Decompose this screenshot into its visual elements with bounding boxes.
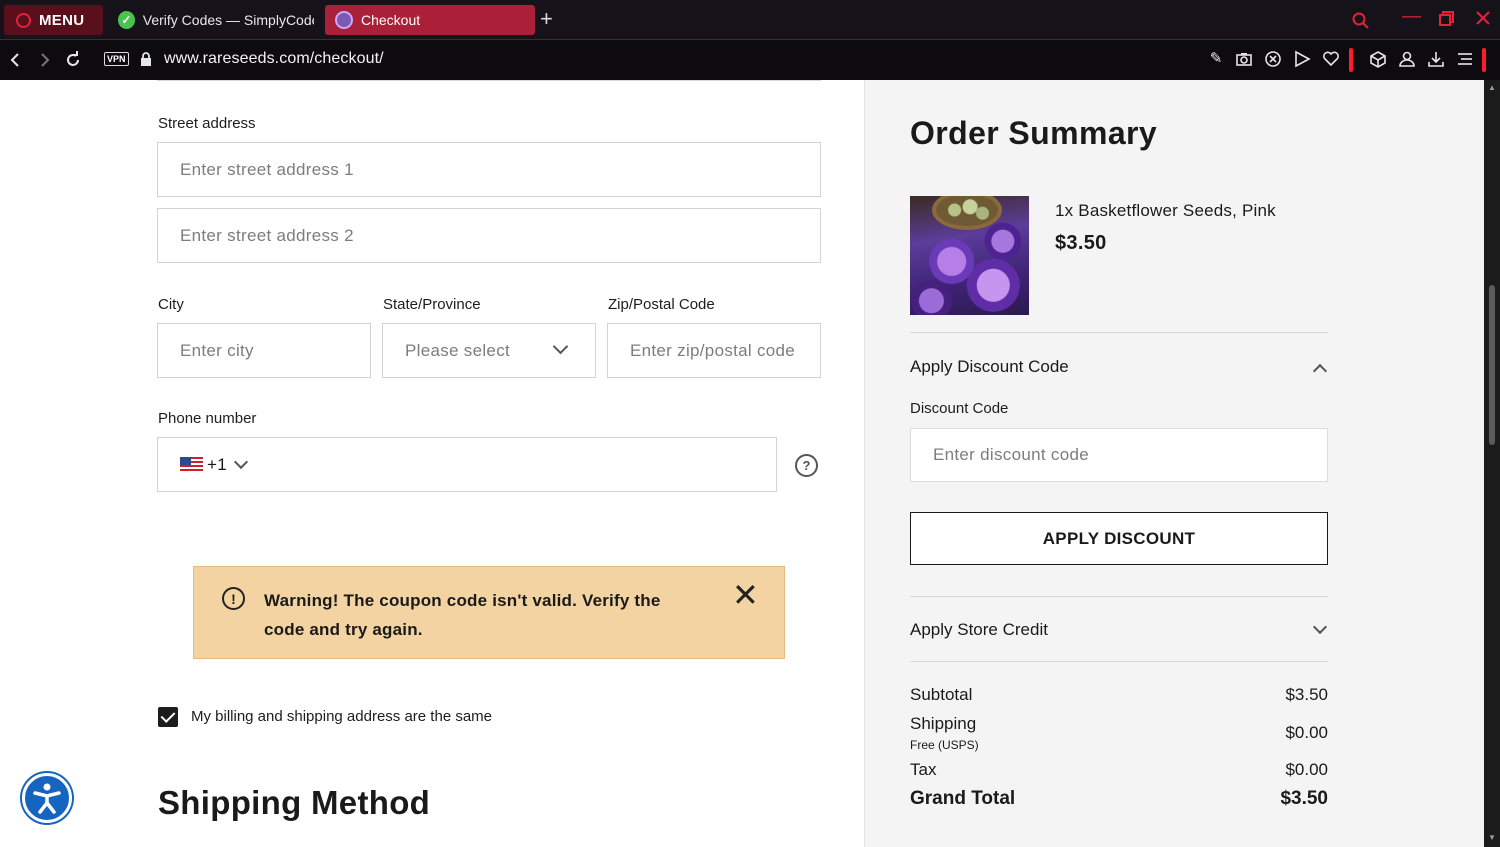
camera-icon[interactable] (1235, 50, 1253, 68)
divider (910, 332, 1328, 333)
adblock-icon[interactable] (1264, 50, 1282, 68)
heart-icon[interactable] (1322, 50, 1340, 68)
shipping-method-title: Shipping Method (158, 784, 431, 821)
simplycodes-favicon-icon: ✓ (118, 11, 135, 29)
divider (910, 596, 1328, 597)
street-address-1-input[interactable]: Enter street address 1 (157, 142, 821, 197)
grand-total-label: Grand Total (910, 788, 1016, 809)
apply-discount-title: Apply Discount Code (910, 357, 1069, 376)
product-name: 1x Basketflower Seeds, Pink (1055, 201, 1276, 220)
sidebar-separator (1349, 48, 1353, 72)
back-icon[interactable] (8, 52, 22, 68)
warning-icon: ! (222, 587, 245, 610)
city-input[interactable]: Enter city (157, 323, 371, 378)
shipping-form-pane: Street address Enter street address 1 En… (0, 80, 864, 847)
tab-label: Verify Codes — SimplyCodes (142, 12, 314, 28)
scrollbar-thumb[interactable] (1489, 285, 1495, 445)
phone-label: Phone number (158, 410, 257, 427)
search-tabs-icon[interactable] (1352, 12, 1370, 30)
accessibility-icon (33, 783, 61, 814)
help-icon[interactable]: ? (795, 454, 818, 477)
new-tab-plus-icon[interactable]: + (540, 8, 553, 30)
product-image (910, 196, 1029, 315)
chevron-down-icon[interactable] (233, 454, 249, 470)
checkout-page: Street address Enter street address 1 En… (0, 80, 1484, 847)
warning-message: Warning! The coupon code isn't valid. Ve… (264, 591, 661, 639)
download-icon[interactable] (1427, 50, 1445, 68)
apply-discount-toggle[interactable]: Apply Discount Code (910, 357, 1328, 379)
us-flag-icon (180, 457, 203, 472)
reload-icon[interactable] (64, 51, 82, 69)
forward-icon[interactable] (38, 52, 52, 68)
phone-country-code[interactable]: +1 (207, 455, 227, 475)
close-window-icon[interactable] (1475, 10, 1491, 26)
zip-input[interactable]: Enter zip/postal code (607, 323, 821, 378)
scroll-up-arrow-icon[interactable]: ▲ (1488, 83, 1496, 92)
edit-icon[interactable]: ✎ (1207, 50, 1225, 68)
product-price: $3.50 (1055, 232, 1107, 254)
browser-tab-bar: MENU ✓ Verify Codes — SimplyCodes Checko… (0, 0, 1500, 40)
chevron-up-icon (1312, 363, 1328, 379)
discount-code-input[interactable]: Enter discount code (910, 428, 1328, 482)
grand-total-value: $3.50 (1280, 788, 1328, 809)
discount-code-label: Discount Code (910, 400, 1009, 417)
subtotal-value: $3.50 (1285, 685, 1328, 704)
page-scrollbar[interactable]: ▲ ▼ (1484, 80, 1500, 847)
order-summary-pane: Order Summary 1x Basketflower Seeds, Pin… (864, 80, 1484, 847)
sidebar-separator (1482, 48, 1486, 72)
easy-setup-menu-icon[interactable] (1456, 50, 1474, 68)
zip-label: Zip/Postal Code (608, 296, 715, 313)
chevron-down-icon (552, 338, 569, 355)
menu-label: MENU (39, 11, 85, 29)
browser-address-bar: VPN www.rareseeds.com/checkout/ ✎ (0, 40, 1500, 80)
store-credit-title: Apply Store Credit (910, 620, 1048, 639)
send-icon[interactable] (1293, 50, 1311, 68)
phone-input[interactable]: +1 (157, 437, 777, 492)
apply-discount-button[interactable]: APPLY DISCOUNT (910, 512, 1328, 565)
chevron-down-icon (1312, 619, 1328, 635)
coupon-warning-banner: ! Warning! The coupon code isn't valid. … (193, 566, 785, 659)
billing-same-checkbox[interactable] (158, 707, 178, 727)
state-select[interactable]: Please select (382, 323, 596, 378)
profile-icon[interactable] (1398, 50, 1416, 68)
close-icon[interactable]: ✕ (732, 579, 759, 611)
tab-verify-codes[interactable]: ✓ Verify Codes — SimplyCodes (108, 5, 314, 35)
vpn-badge[interactable]: VPN (104, 52, 129, 66)
basket-decoration (932, 196, 1002, 230)
cube-extension-icon[interactable] (1369, 50, 1387, 68)
apply-store-credit-toggle[interactable]: Apply Store Credit (910, 619, 1328, 640)
divider (910, 661, 1328, 662)
order-summary-title: Order Summary (910, 115, 1158, 151)
tax-row: Tax $0.00 (910, 760, 1328, 780)
scroll-down-arrow-icon[interactable]: ▼ (1488, 833, 1496, 842)
tab-checkout[interactable]: Checkout (325, 5, 535, 35)
divider (157, 80, 821, 81)
street-address-label: Street address (158, 115, 256, 132)
restore-window-icon[interactable] (1439, 11, 1455, 27)
state-label: State/Province (383, 296, 481, 313)
grand-total-row: Grand Total $3.50 (910, 788, 1328, 810)
street-address-2-input[interactable]: Enter street address 2 (157, 208, 821, 263)
url-field[interactable]: www.rareseeds.com/checkout/ (164, 50, 384, 68)
minimize-window-icon[interactable]: — (1402, 6, 1421, 28)
accessibility-button[interactable] (22, 773, 72, 823)
tax-value: $0.00 (1285, 760, 1328, 779)
subtotal-row: Subtotal $3.50 (910, 685, 1328, 705)
lock-icon[interactable] (140, 52, 152, 66)
rareseeds-favicon-icon (335, 11, 353, 29)
subtotal-label: Subtotal (910, 685, 973, 704)
tax-label: Tax (910, 760, 937, 779)
state-select-value: Please select (405, 340, 511, 360)
shipping-value: $0.00 (1285, 723, 1328, 742)
city-label: City (158, 296, 184, 313)
shipping-note: Free (USPS) (910, 738, 979, 752)
billing-same-label[interactable]: My billing and shipping address are the … (191, 708, 492, 725)
tab-label: Checkout (361, 12, 421, 28)
opera-logo-icon (16, 12, 31, 28)
opera-menu-button[interactable]: MENU (4, 5, 103, 35)
